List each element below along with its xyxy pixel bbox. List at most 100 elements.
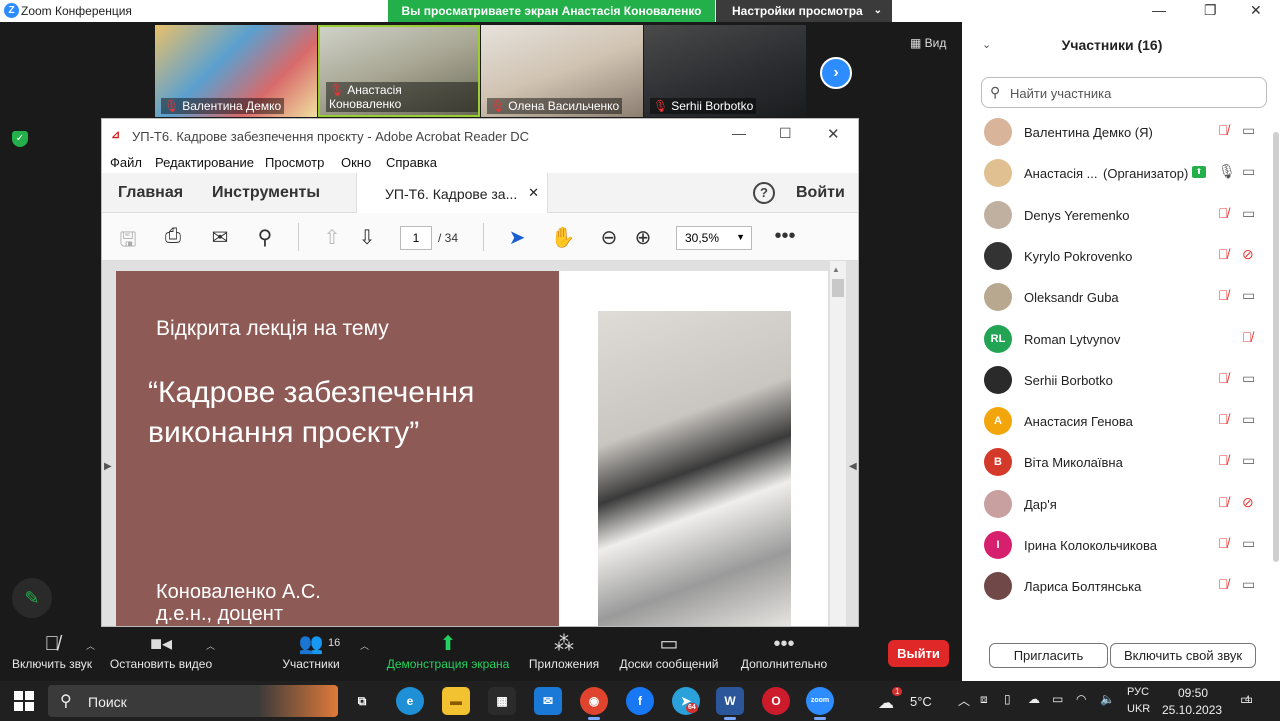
- apps-button[interactable]: ⁂ Приложения: [524, 627, 604, 681]
- participant-search-input[interactable]: ⚲ Найти участника: [981, 77, 1267, 108]
- hand-tool-icon[interactable]: ✋: [550, 225, 576, 250]
- muted-mic-icon[interactable]: 🎙̸: [1218, 370, 1229, 386]
- video-tile[interactable]: 🎙 Олена Васильченко: [481, 25, 643, 117]
- wifi-icon[interactable]: ◠: [1076, 692, 1086, 706]
- login-button[interactable]: Войти: [796, 184, 845, 202]
- video-camera-icon[interactable]: ▭: [1242, 535, 1255, 552]
- muted-mic-icon[interactable]: 🎙̸: [1242, 329, 1253, 345]
- menu-help[interactable]: Справка: [386, 155, 437, 170]
- menu-view[interactable]: Просмотр: [265, 155, 324, 170]
- muted-mic-icon[interactable]: 🎙̸: [1218, 452, 1229, 468]
- video-tile-active-speaker[interactable]: 🎙 Анастасія Коноваленко: [318, 25, 480, 117]
- page-number-input[interactable]: 1: [400, 226, 432, 250]
- video-off-icon[interactable]: ⊘: [1242, 246, 1254, 263]
- audio-options-caret-icon[interactable]: ︿: [86, 639, 95, 652]
- muted-mic-icon[interactable]: 🎙̸: [1218, 287, 1229, 303]
- file-explorer-icon[interactable]: ▬: [442, 687, 470, 715]
- zoom-in-icon[interactable]: ⊕: [630, 225, 656, 250]
- participant-row[interactable]: Kyrylo Pokrovenko 🎙̸ ⊘: [962, 236, 1272, 276]
- mail-icon[interactable]: ✉: [534, 687, 562, 715]
- vertical-scrollbar[interactable]: ▲: [830, 261, 846, 626]
- video-camera-icon[interactable]: ▭: [1242, 122, 1255, 139]
- notifications-icon[interactable]: ▭ 4: [1240, 691, 1253, 708]
- network-icon[interactable]: ▭: [1052, 692, 1063, 706]
- participants-options-caret-icon[interactable]: ︿: [360, 639, 369, 652]
- video-camera-icon[interactable]: ▭: [1242, 576, 1255, 593]
- shield-icon[interactable]: ✓: [12, 131, 28, 147]
- tab-home[interactable]: Главная: [118, 184, 183, 202]
- invite-button[interactable]: Пригласить: [989, 643, 1108, 668]
- task-view-icon[interactable]: ⧉: [348, 687, 376, 715]
- more-options-icon[interactable]: •••: [772, 225, 798, 248]
- chrome-icon[interactable]: ◉: [580, 687, 608, 720]
- muted-mic-icon[interactable]: 🎙̸: [1218, 411, 1229, 427]
- video-camera-icon[interactable]: ▭: [1242, 205, 1255, 222]
- view-settings-button[interactable]: Настройки просмотра ⌄: [716, 0, 892, 22]
- stop-video-button[interactable]: ■◂ Остановить видео: [106, 627, 216, 681]
- video-camera-icon[interactable]: ▭: [1242, 452, 1255, 469]
- opera-icon[interactable]: O: [762, 687, 790, 715]
- video-camera-icon[interactable]: ▭: [1242, 411, 1255, 428]
- participant-row[interactable]: Валентина Демко (Я) 🎙̸ ▭: [962, 112, 1272, 152]
- usb-icon[interactable]: ▯: [1004, 692, 1011, 706]
- participant-row[interactable]: B Віта Миколаївна 🎙̸ ▭: [962, 442, 1272, 482]
- view-button[interactable]: ▦ Вид: [910, 36, 946, 50]
- participant-row[interactable]: Дар'я 🎙̸ ⊘: [962, 484, 1272, 524]
- participants-button[interactable]: 👥 16 Участники: [276, 627, 346, 681]
- tray-overflow-icon[interactable]: ︿: [958, 692, 970, 709]
- restore-icon[interactable]: ❐: [1204, 2, 1217, 19]
- input-language-2[interactable]: UKR: [1127, 703, 1150, 715]
- weather-temperature[interactable]: 5°C: [910, 694, 932, 709]
- email-icon[interactable]: ✉: [207, 225, 233, 250]
- document-view[interactable]: ▶ Відкрита лекція на тему “Кадрове забез…: [102, 261, 858, 626]
- zoom-taskbar-icon[interactable]: zoom: [806, 687, 834, 720]
- video-options-caret-icon[interactable]: ︿: [206, 639, 215, 652]
- unmute-button[interactable]: 🎙̸ Включить звук: [8, 627, 96, 681]
- video-camera-icon[interactable]: ▭: [1242, 287, 1255, 304]
- left-panel-toggle-icon[interactable]: ▶: [104, 461, 112, 472]
- help-icon[interactable]: ?: [753, 182, 775, 204]
- muted-mic-icon[interactable]: 🎙̸: [1218, 246, 1229, 262]
- participant-row[interactable]: I Ірина Колокольчикова 🎙̸ ▭: [962, 525, 1272, 565]
- telegram-icon[interactable]: ➤ 64: [672, 687, 700, 715]
- menu-edit[interactable]: Редактирование: [155, 155, 254, 170]
- minimize-icon[interactable]: —: [1152, 2, 1166, 18]
- input-language-1[interactable]: РУС: [1127, 686, 1149, 698]
- select-cursor-icon[interactable]: ➤: [504, 225, 530, 250]
- muted-mic-icon[interactable]: 🎙̸: [1218, 122, 1229, 138]
- annotate-pencil-icon[interactable]: ✎: [12, 578, 52, 618]
- clock-time[interactable]: 09:50: [1178, 686, 1208, 700]
- microsoft-store-icon[interactable]: ▦: [488, 687, 516, 715]
- tab-tools[interactable]: Инструменты: [212, 184, 320, 202]
- muted-mic-icon[interactable]: 🎙̸: [1218, 535, 1229, 551]
- unmute-self-button[interactable]: Включить свой звук: [1110, 643, 1256, 668]
- taskbar-search[interactable]: ⚲ Поиск: [48, 685, 338, 717]
- volume-icon[interactable]: 🔈: [1100, 692, 1115, 706]
- close-icon[interactable]: ✕: [827, 125, 840, 143]
- muted-mic-icon[interactable]: 🎙̸: [1218, 205, 1229, 221]
- participants-scrollbar[interactable]: [1273, 132, 1279, 562]
- search-icon[interactable]: ⚲: [252, 225, 278, 250]
- word-icon[interactable]: W: [716, 687, 744, 720]
- next-videos-button[interactable]: ›: [820, 57, 852, 89]
- clock-date[interactable]: 25.10.2023: [1162, 703, 1222, 717]
- tab-document[interactable]: УП-Т6. Кадрове за... ✕: [356, 173, 548, 213]
- close-icon[interactable]: ✕: [1250, 2, 1262, 19]
- meet-now-icon[interactable]: ⧈: [980, 692, 988, 707]
- save-icon[interactable]: 🖫: [115, 225, 141, 259]
- muted-mic-icon[interactable]: 🎙̸: [1218, 494, 1229, 510]
- participant-row[interactable]: A Анастасия Генова 🎙̸ ▭: [962, 401, 1272, 441]
- onedrive-icon[interactable]: ☁: [1028, 692, 1040, 706]
- minimize-icon[interactable]: —: [732, 125, 746, 141]
- video-tile[interactable]: 🎙 Валентина Демко: [155, 25, 317, 117]
- mic-icon[interactable]: 🎙: [1218, 163, 1236, 180]
- whiteboards-button[interactable]: ▭ Доски сообщений: [614, 627, 724, 681]
- menu-window[interactable]: Окно: [341, 155, 371, 170]
- participant-row[interactable]: RL Roman Lytvynov 🎙̸: [962, 319, 1272, 359]
- scroll-up-icon[interactable]: ▲: [832, 265, 840, 274]
- weather-icon[interactable]: ☁: [878, 693, 894, 713]
- menu-file[interactable]: Файл: [110, 155, 142, 170]
- scrollbar-thumb[interactable]: [832, 279, 844, 297]
- facebook-icon[interactable]: f: [626, 687, 654, 715]
- video-camera-icon[interactable]: ▭: [1242, 163, 1255, 180]
